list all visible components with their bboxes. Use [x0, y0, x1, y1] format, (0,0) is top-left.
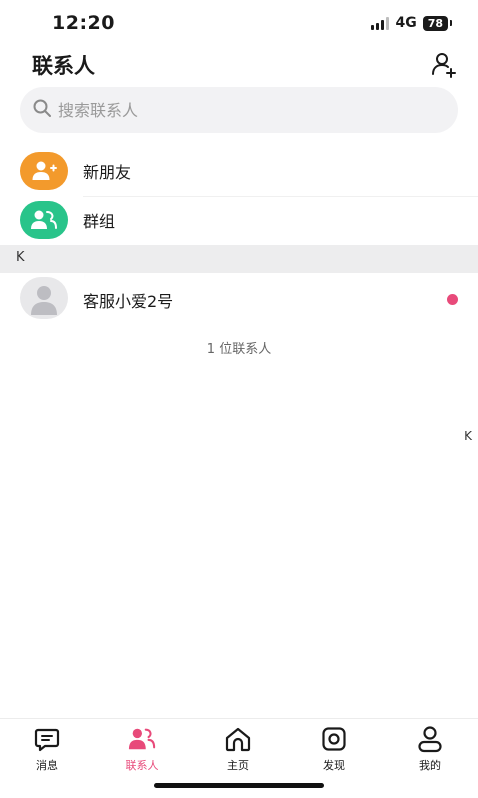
tab-messages[interactable]: 消息 [17, 725, 77, 773]
section-header-k: K [0, 245, 478, 273]
header: 联系人 [0, 48, 478, 84]
tab-label: 主页 [227, 759, 249, 772]
add-person-icon[interactable] [430, 50, 458, 78]
home-indicator [154, 783, 324, 788]
section-letter: K [16, 250, 25, 265]
search-input[interactable] [58, 100, 438, 120]
contacts-icon [128, 725, 156, 753]
tab-label: 消息 [36, 759, 58, 772]
contact-count: 1 位联系人 [206, 342, 272, 357]
signal-icon [371, 16, 390, 30]
group-icon [20, 201, 68, 239]
tab-label: 联系人 [125, 759, 159, 772]
message-icon [33, 725, 61, 753]
battery-icon: 78 [422, 15, 453, 31]
groups-entry[interactable]: 群组 [0, 195, 478, 245]
tab-contacts[interactable]: 联系人 [112, 725, 172, 773]
status-time: 12:20 [52, 12, 115, 34]
index-letter-k[interactable]: K [464, 429, 472, 443]
tab-home[interactable]: 主页 [208, 725, 268, 773]
page-title: 联系人 [32, 54, 95, 78]
contact-row[interactable]: 客服小爱2号 [0, 277, 478, 321]
home-icon [224, 725, 252, 753]
search-bar[interactable] [20, 87, 458, 133]
contact-name: 客服小爱2号 [83, 292, 174, 311]
avatar [20, 277, 68, 319]
tab-label: 发现 [323, 759, 345, 772]
search-icon [32, 98, 52, 122]
tab-label: 我的 [419, 759, 441, 772]
groups-label: 群组 [83, 212, 116, 231]
status-bar: 12:20 4G 78 [0, 0, 478, 46]
status-indicators: 4G 78 [371, 15, 453, 31]
discover-icon [320, 725, 348, 753]
new-friends-label: 新朋友 [83, 163, 132, 182]
network-type: 4G [395, 15, 417, 31]
tab-discover[interactable]: 发现 [304, 725, 364, 773]
new-friend-icon [20, 152, 68, 190]
new-friends-entry[interactable]: 新朋友 [0, 146, 478, 196]
tab-profile[interactable]: 我的 [400, 725, 460, 773]
unread-dot-icon [447, 294, 458, 305]
profile-icon [416, 725, 444, 753]
